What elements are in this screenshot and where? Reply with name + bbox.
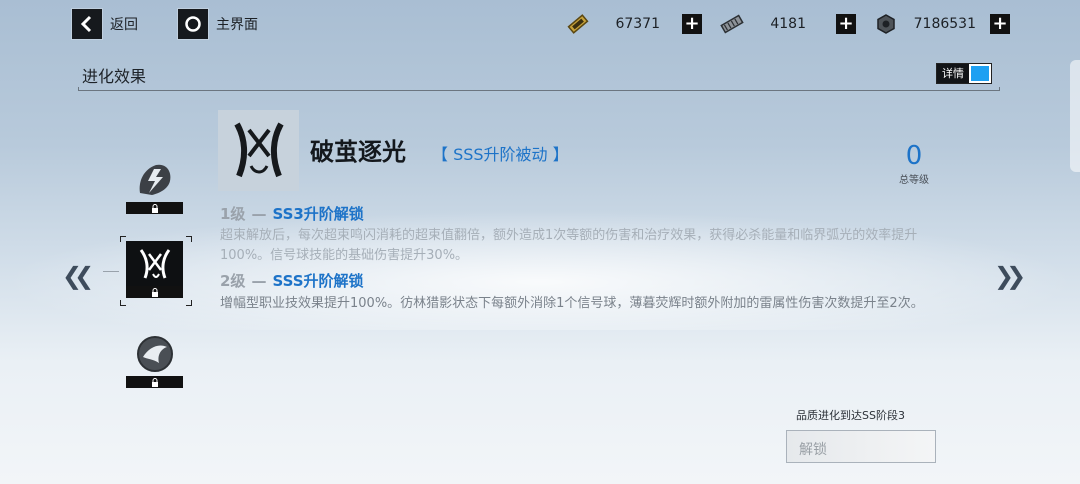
tier-2-heading: 2级 — SSS升阶解锁 — [220, 270, 364, 291]
top-bar: 返回 主界面 67371 + 4181 + 7186531 + — [0, 0, 1080, 48]
chevron-left-icon — [72, 9, 102, 39]
gold-bar-icon — [566, 12, 590, 36]
tier-1-heading: 1级 — SS3升阶解锁 — [220, 203, 364, 224]
resource-gold-value: 67371 — [615, 16, 660, 32]
resource-ammo: 4181 + — [720, 12, 856, 36]
tier-1-level: 1级 — [220, 205, 246, 223]
header-divider — [78, 87, 1000, 91]
skill-claw-icon — [218, 110, 299, 191]
skill-slot-3[interactable] — [126, 331, 183, 388]
resource-ammo-value: 4181 — [770, 16, 806, 32]
tier-1-sep: — — [251, 205, 267, 223]
gear-nut-icon — [874, 12, 898, 36]
resource-parts-value: 7186531 — [913, 16, 976, 32]
add-parts-button[interactable]: + — [990, 14, 1010, 34]
toggle-knob — [971, 66, 989, 81]
detail-toggle-label: 详情 — [937, 64, 969, 83]
unlock-button[interactable]: 解锁 — [786, 430, 936, 463]
skill-slot-1[interactable] — [126, 157, 183, 214]
total-level-label: 总等级 — [899, 175, 929, 186]
detail-toggle[interactable]: 详情 — [936, 63, 992, 84]
hunter-emblem-icon — [126, 331, 183, 376]
skill-slot-2-selected[interactable] — [126, 241, 183, 298]
add-gold-button[interactable]: + — [682, 14, 702, 34]
home-button[interactable]: 主界面 — [178, 9, 258, 39]
tier-2-sep: — — [251, 272, 267, 290]
page-title: 进化效果 — [82, 67, 147, 86]
claw-slash-icon — [126, 241, 183, 286]
ammo-clip-icon — [720, 12, 744, 36]
total-level-value: 0 — [905, 141, 923, 171]
back-button[interactable]: 返回 — [72, 9, 138, 39]
back-label: 返回 — [110, 17, 138, 33]
lock-icon — [126, 376, 183, 388]
skill-tag: 【 SSS升阶被动 】 — [432, 145, 569, 164]
side-scroll-handle[interactable] — [1070, 60, 1080, 172]
unlock-label: 解锁 — [799, 442, 827, 458]
tier-1-name: SS3升阶解锁 — [272, 205, 364, 223]
prev-arrow-icon[interactable]: ❮❮ — [62, 262, 94, 290]
tier-2-description: 增幅型职业技效果提升100%。彷林猎影状态下每额外消除1个信号球，薄暮荧辉时额外… — [220, 296, 924, 311]
home-circle-icon — [178, 9, 208, 39]
tier-2-level: 2级 — [220, 272, 246, 290]
unlock-condition: 品质进化到达SS阶段3 — [796, 409, 905, 422]
lock-icon — [126, 202, 183, 214]
next-arrow-icon[interactable]: ❯❯ — [994, 262, 1026, 290]
resource-parts: 7186531 + — [874, 12, 1010, 36]
add-ammo-button[interactable]: + — [836, 14, 856, 34]
tier-2-name: SSS升阶解锁 — [272, 272, 364, 290]
selection-pointer — [103, 271, 119, 272]
lock-icon — [126, 286, 183, 298]
skill-name: 破茧逐光 — [310, 138, 406, 166]
lightning-wolf-icon — [126, 157, 183, 202]
resource-gold: 67371 + — [566, 12, 702, 36]
tier-1-description: 超束解放后，每次超束鸣闪消耗的超束值翻倍，额外造成1次等额的伤害和治疗效果，获得… — [220, 228, 918, 263]
home-label: 主界面 — [216, 17, 258, 33]
